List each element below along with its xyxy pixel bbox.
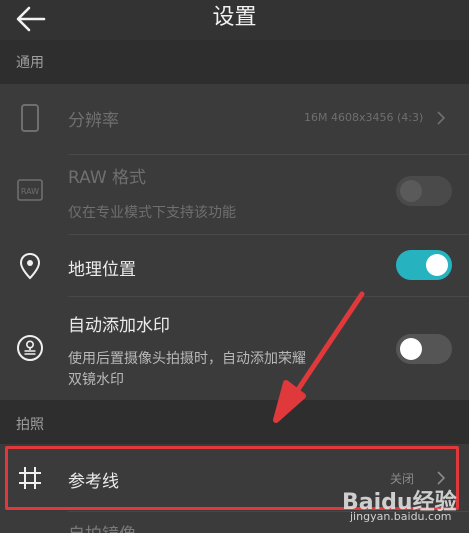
annotation-arrow-icon xyxy=(273,291,365,423)
baidu-watermark-url: jingyan.baidu.com xyxy=(350,510,452,523)
